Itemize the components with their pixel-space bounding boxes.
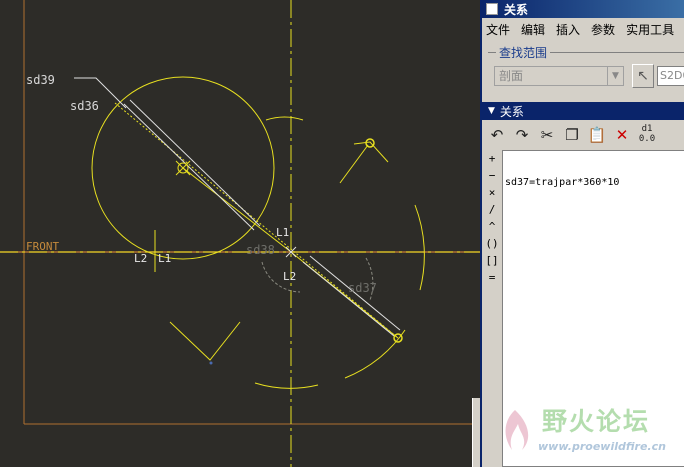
front-plane-label: FRONT (26, 240, 59, 253)
operator-power[interactable]: ^ (482, 218, 502, 235)
v-shape-lower (169, 321, 241, 361)
chevron-down-icon[interactable]: ▼ (607, 67, 623, 85)
arc-bottom (254, 382, 319, 389)
short-line-upper (339, 144, 369, 184)
find-scope-label: 查找范围 (496, 44, 551, 61)
relations-dialog: 关系 文件 编辑 插入 参数 实用工具 查找范围 剖面 ▼ ↖ S2D0 ▼ 关… (480, 0, 684, 467)
app-window: sd39 sd36 sd38 sd37 FRONT L2 L1 L1 L2 关系… (0, 0, 684, 467)
constraint-l1-left: L1 (158, 252, 171, 265)
operator-plus[interactable]: + (482, 150, 502, 167)
relation-line: sd37=trajpar*360*10 (505, 177, 620, 188)
redo-icon[interactable]: ↷ (511, 124, 533, 146)
arc-bottom-right (344, 329, 406, 379)
watermark-url: www.proewildfire.cn (538, 440, 666, 453)
point-upper (365, 138, 375, 148)
scope-field[interactable]: S2D0 (657, 66, 684, 86)
pick-button[interactable]: ↖ (632, 64, 654, 88)
operator-equals[interactable]: = (482, 269, 502, 286)
relations-toolbar: ↶ ↷ ✂ ❐ 📋 ✕ d1 0.0 (482, 122, 684, 148)
menu-bar: 文件 编辑 插入 参数 实用工具 (482, 18, 684, 40)
delete-icon[interactable]: ✕ (611, 124, 633, 146)
paste-icon[interactable]: 📋 (586, 124, 608, 146)
constraint-l1-top: L1 (276, 226, 289, 239)
cut-icon[interactable]: ✂ (536, 124, 558, 146)
sd36-dim-line (129, 99, 261, 227)
dim-sd39[interactable]: sd39 (26, 73, 55, 87)
sketch-drawing: sd39 sd36 sd38 sd37 FRONT L2 L1 L1 L2 (0, 0, 480, 467)
operator-brackets[interactable]: [] (482, 252, 502, 269)
v-shape-upper (353, 141, 389, 163)
evaluate-icon[interactable]: d1 0.0 (636, 124, 658, 146)
sd39-dim-line (123, 103, 255, 231)
operator-minus[interactable]: − (482, 167, 502, 184)
dialog-title: 关系 (504, 2, 529, 17)
operator-divide[interactable]: / (482, 201, 502, 218)
relations-header-label: 关系 (499, 104, 524, 119)
constraint-l2-bottom: L2 (283, 270, 296, 283)
radius-line (182, 167, 292, 253)
sketch-canvas[interactable]: sd39 sd36 sd38 sd37 FRONT L2 L1 L1 L2 (0, 0, 480, 467)
constraint-l2-left: L2 (134, 252, 147, 265)
window-icon (486, 3, 498, 15)
dim-sd38[interactable]: sd38 (246, 243, 275, 257)
diagonal-construction (114, 102, 399, 339)
menu-parameters[interactable]: 参数 (591, 21, 615, 38)
point-small (209, 361, 213, 365)
dim-sd36[interactable]: sd36 (70, 99, 99, 113)
arc-top (265, 116, 304, 121)
menu-edit[interactable]: 编辑 (521, 21, 545, 38)
watermark-logo-icon (505, 410, 529, 450)
arc-right (414, 204, 425, 291)
cursor-arrow-icon: ↖ (637, 68, 649, 84)
copy-icon[interactable]: ❐ (561, 124, 583, 146)
menu-utilities[interactable]: 实用工具 (626, 21, 674, 38)
dialog-titlebar[interactable]: 关系 (482, 0, 684, 18)
menu-file[interactable]: 文件 (486, 21, 510, 38)
watermark-site: 野火论坛 (542, 407, 651, 436)
dim-sd37[interactable]: sd37 (348, 281, 377, 295)
watermark: 野火论坛 www.proewildfire.cn (480, 398, 684, 467)
collapse-triangle-icon[interactable]: ▼ (488, 106, 495, 116)
undo-icon[interactable]: ↶ (486, 124, 508, 146)
scope-select[interactable]: 剖面 ▼ (494, 66, 624, 86)
relations-section-header[interactable]: ▼ 关系 (482, 102, 684, 120)
sd37-dim-line (302, 261, 395, 337)
operator-parentheses[interactable]: () (482, 235, 502, 252)
menu-insert[interactable]: 插入 (556, 21, 580, 38)
operator-multiply[interactable]: × (482, 184, 502, 201)
scope-select-value: 剖面 (499, 69, 524, 83)
